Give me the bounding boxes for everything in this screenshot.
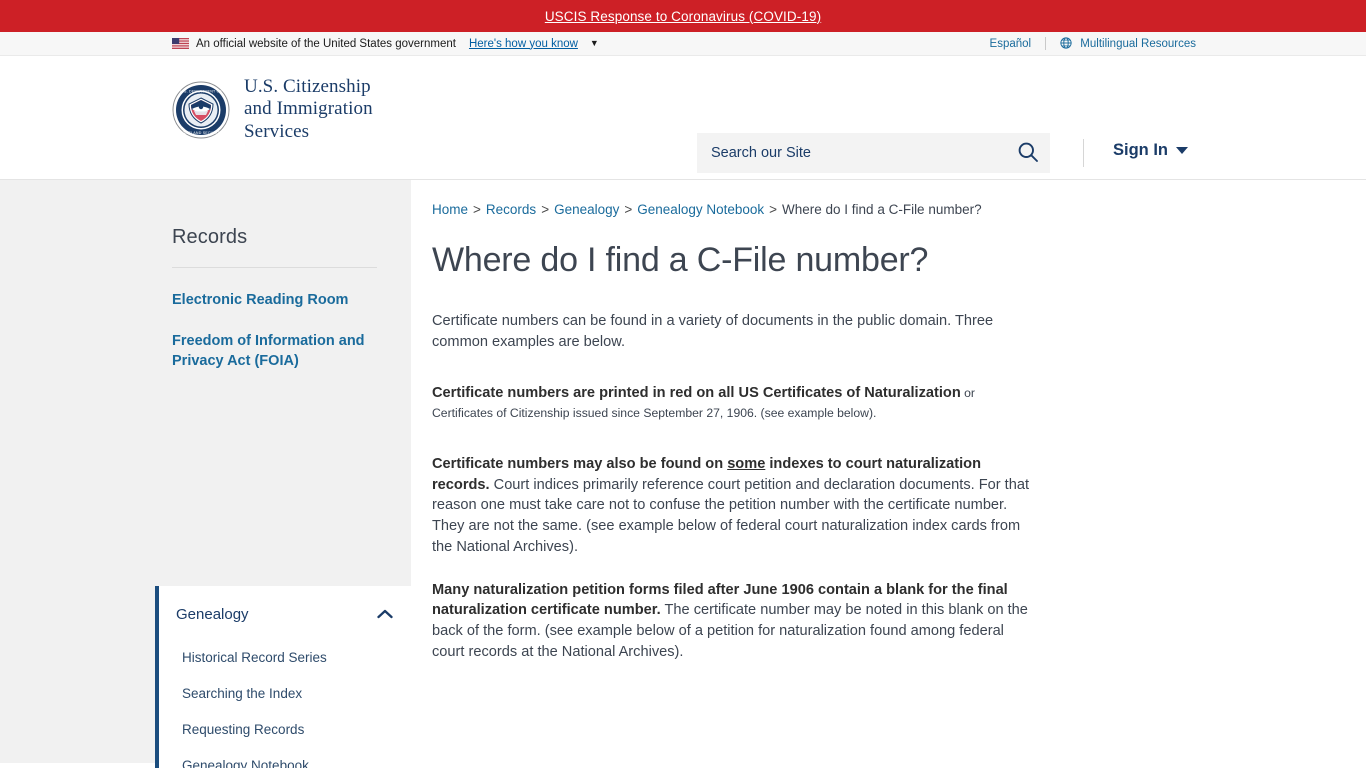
gov-banner-left: An official website of the United States… bbox=[172, 38, 599, 50]
sidebar-item-genealogy-notebook[interactable]: Genealogy Notebook bbox=[159, 748, 411, 768]
header-divider bbox=[1083, 139, 1084, 167]
gov-banner-right: Español Multilingual Resources bbox=[990, 37, 1196, 50]
search-input[interactable] bbox=[697, 145, 1006, 161]
sidebar: Records Electronic Reading Room Freedom … bbox=[0, 180, 411, 768]
p1-bold-lead: Certificate numbers are printed in red o… bbox=[432, 384, 961, 401]
multilingual-resources-link[interactable]: Multilingual Resources bbox=[1060, 37, 1196, 50]
caret-down-icon bbox=[1176, 147, 1188, 154]
sign-in-label: Sign In bbox=[1113, 141, 1168, 159]
accordion-items: Historical Record Series Searching the I… bbox=[159, 628, 411, 768]
breadcrumb: Home > Records > Genealogy > Genealogy Noteboo… bbox=[432, 202, 1035, 217]
svg-text:HOMELAND SECURITY: HOMELAND SECURITY bbox=[180, 131, 223, 135]
us-flag-icon bbox=[172, 38, 189, 49]
search-button[interactable] bbox=[1006, 133, 1050, 173]
site-logo-text: U.S. Citizenship and Immigration Service… bbox=[244, 76, 373, 143]
multilingual-resources-label: Multilingual Resources bbox=[1080, 38, 1196, 50]
chevron-up-icon[interactable] bbox=[377, 609, 393, 619]
covid-alert-link[interactable]: USCIS Response to Coronavirus (COVID-19) bbox=[545, 9, 821, 24]
heres-how-you-know-link[interactable]: Here's how you know bbox=[469, 38, 578, 50]
sidebar-item-electronic-reading-room[interactable]: Electronic Reading Room bbox=[172, 290, 377, 310]
accordion-label: Genealogy bbox=[176, 605, 249, 623]
logo-line-3: Services bbox=[244, 120, 310, 142]
breadcrumb-item-records[interactable]: Records bbox=[486, 202, 536, 217]
banner-divider bbox=[1045, 37, 1047, 50]
dhs-seal-icon: U.S. DEPARTMENT OF HOMELAND SECURITY bbox=[172, 81, 230, 139]
globe-icon bbox=[1060, 37, 1080, 50]
content-inner: Home > Records > Genealogy > Genealogy Noteboo… bbox=[411, 180, 1205, 662]
sidebar-item-foia[interactable]: Freedom of Information and Privacy Act (… bbox=[172, 331, 377, 371]
site-header: U.S. DEPARTMENT OF HOMELAND SECURITY U.S… bbox=[0, 56, 1366, 212]
breadcrumb-separator: > bbox=[541, 202, 550, 217]
logo-line-2: and Immigration bbox=[244, 98, 373, 120]
government-banner: An official website of the United States… bbox=[0, 32, 1366, 56]
breadcrumb-item-current: Where do I find a C-File number? bbox=[782, 202, 982, 217]
sidebar-inner: Records Electronic Reading Room Freedom … bbox=[172, 180, 377, 371]
sidebar-item-requesting-records[interactable]: Requesting Records bbox=[159, 712, 411, 748]
paragraph-certificates-of-naturalization: Certificate numbers are printed in red o… bbox=[432, 383, 1035, 424]
p2-bold-lead-a: Certificate numbers may also be found on bbox=[432, 455, 728, 472]
site-logo[interactable]: U.S. DEPARTMENT OF HOMELAND SECURITY U.S… bbox=[172, 76, 373, 143]
paragraph-court-indexes: Certificate numbers may also be found on… bbox=[432, 454, 1035, 558]
page-body: Records Electronic Reading Room Freedom … bbox=[0, 180, 1366, 768]
main-content: Home > Records > Genealogy > Genealogy Noteboo… bbox=[411, 180, 1366, 763]
logo-line-1: U.S. Citizenship bbox=[244, 76, 371, 97]
sign-in-button[interactable]: Sign In bbox=[1113, 141, 1188, 160]
sidebar-title: Records bbox=[172, 226, 248, 248]
p2-bold-underlined-some: some bbox=[727, 455, 766, 472]
sidebar-item-historical-record-series[interactable]: Historical Record Series bbox=[159, 640, 411, 676]
covid-alert-banner: USCIS Response to Coronavirus (COVID-19) bbox=[0, 0, 1366, 32]
breadcrumb-item-genealogy-notebook[interactable]: Genealogy Notebook bbox=[637, 202, 764, 217]
accordion-toggle-genealogy[interactable]: Genealogy bbox=[159, 600, 411, 628]
breadcrumb-separator: > bbox=[769, 202, 778, 217]
site-search bbox=[697, 133, 1050, 173]
search-icon bbox=[1017, 141, 1039, 166]
page-title: Where do I find a C-File number? bbox=[432, 241, 929, 279]
espanol-link[interactable]: Español bbox=[990, 38, 1032, 50]
chevron-down-icon[interactable]: ▼ bbox=[590, 38, 599, 48]
p2-rest: Court indices primarily reference court … bbox=[432, 476, 1030, 555]
paragraph-petition-forms: Many naturalization petition forms filed… bbox=[432, 580, 1035, 663]
svg-text:U.S. DEPARTMENT OF: U.S. DEPARTMENT OF bbox=[180, 89, 223, 93]
breadcrumb-item-genealogy[interactable]: Genealogy bbox=[554, 202, 619, 217]
sidebar-item-searching-the-index[interactable]: Searching the Index bbox=[159, 676, 411, 712]
sidebar-accordion-genealogy: Genealogy Historical Record Series Searc… bbox=[155, 586, 411, 768]
gov-banner-text: An official website of the United States… bbox=[196, 37, 456, 50]
breadcrumb-item-home[interactable]: Home bbox=[432, 202, 468, 217]
sidebar-divider bbox=[172, 267, 377, 268]
intro-paragraph: Certificate numbers can be found in a va… bbox=[432, 313, 994, 350]
breadcrumb-separator: > bbox=[473, 202, 481, 217]
breadcrumb-separator: > bbox=[624, 202, 633, 217]
